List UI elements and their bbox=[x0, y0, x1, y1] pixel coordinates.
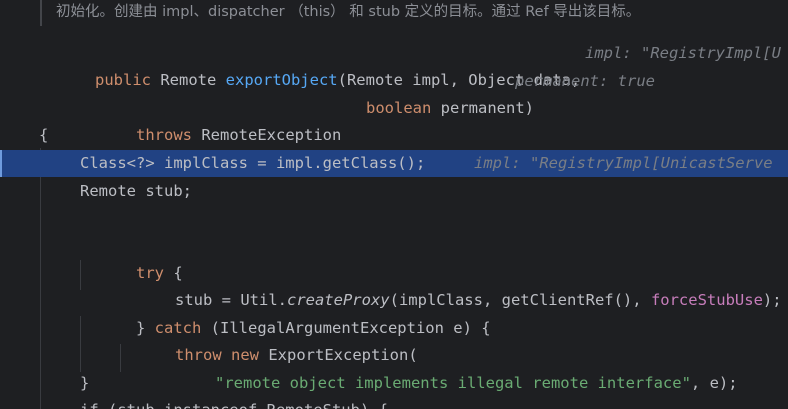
code-line-throw[interactable]: throw new ExportException( bbox=[0, 315, 788, 364]
inline-debug-hint: impl: "RegistryImpl[U bbox=[585, 44, 781, 62]
code-text: { bbox=[39, 126, 49, 144]
code-line-throws[interactable]: throws RemoteException bbox=[0, 95, 788, 144]
code-line-current-execution[interactable]: Class<?> implClass = impl.getClass(); im… bbox=[0, 150, 788, 177]
code-line-open-brace[interactable]: { bbox=[0, 122, 788, 149]
code-line-create-proxy[interactable]: stub = Util.createProxy(implClass, getCl… bbox=[0, 260, 788, 309]
code-line-try[interactable]: try { bbox=[0, 233, 788, 282]
doc-comment-line: 初始化。创建由 impl、dispatcher （this） 和 stub 定义… bbox=[0, 0, 788, 26]
code-line-if-stub[interactable]: if (stub instanceof RemoteStub) { bbox=[0, 397, 788, 409]
execution-point-marker bbox=[0, 150, 2, 177]
code-line-declaration[interactable]: Remote stub; bbox=[0, 178, 788, 205]
doc-comment-bar bbox=[40, 0, 42, 26]
code-line-param[interactable]: boolean permanent) permanent: true bbox=[0, 68, 788, 117]
inline-debug-hint: impl: "RegistryImpl[UnicastServe bbox=[474, 154, 773, 172]
code-editor[interactable]: 初始化。创建由 impl、dispatcher （this） 和 stub 定义… bbox=[0, 0, 788, 409]
code-line-catch[interactable]: } catch (IllegalArgumentException e) { bbox=[0, 288, 788, 337]
code-text: } bbox=[80, 374, 90, 392]
doc-comment-text: 初始化。创建由 impl、dispatcher （this） 和 stub 定义… bbox=[56, 4, 641, 20]
code-line-string-arg[interactable]: "remote object implements illegal remote… bbox=[0, 343, 788, 392]
code-line-close-brace[interactable]: } bbox=[0, 370, 788, 397]
inline-debug-hint: permanent: true bbox=[515, 72, 655, 90]
code-text: if (stub instanceof RemoteStub) { bbox=[80, 397, 388, 409]
code-text: Class<?> implClass = impl.getClass(); bbox=[80, 154, 426, 172]
code-text: Remote stub; bbox=[80, 182, 192, 200]
code-line-method-signature[interactable]: public Remote exportObject(Remote impl, … bbox=[0, 40, 788, 89]
